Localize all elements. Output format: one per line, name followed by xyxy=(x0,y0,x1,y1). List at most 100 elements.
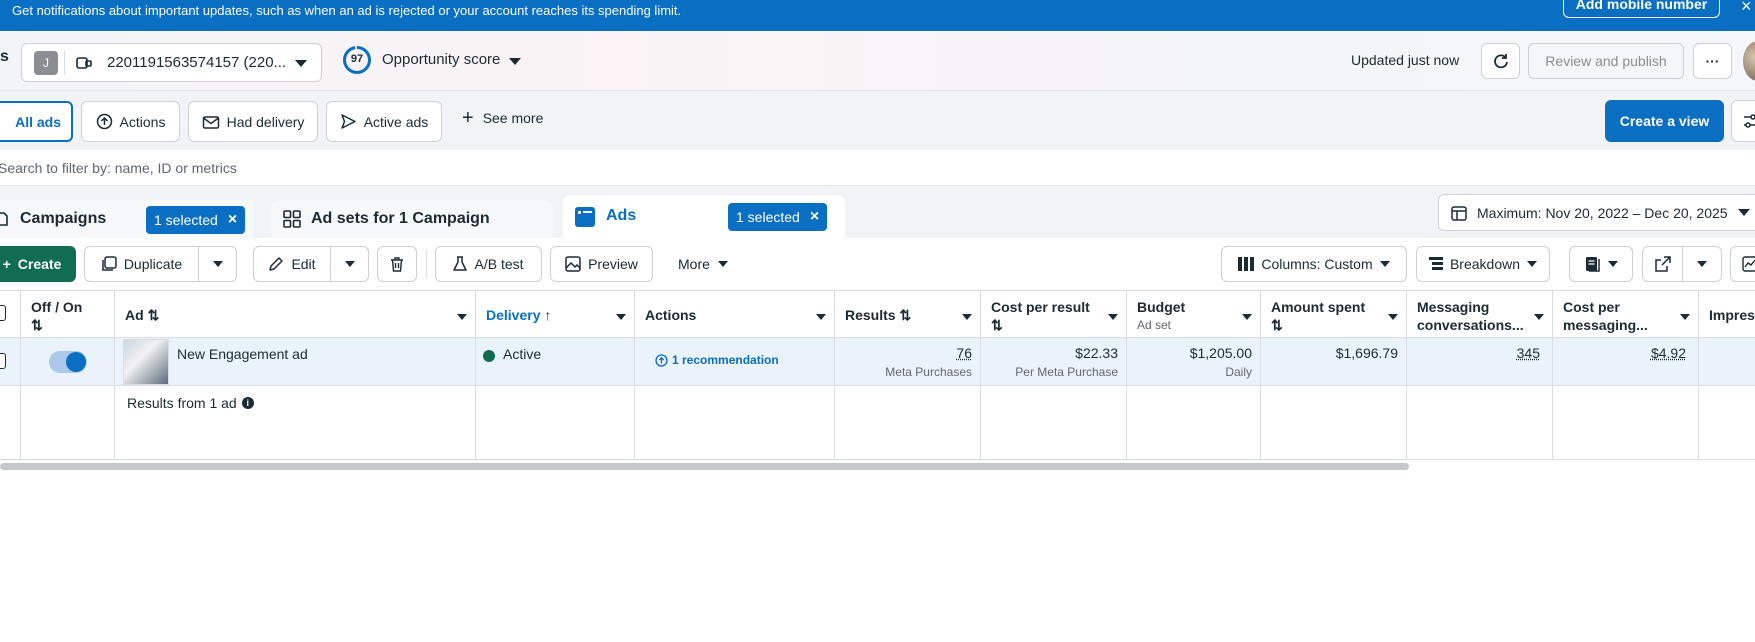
sort-icon[interactable]: ⇅ xyxy=(1271,316,1396,334)
preview-button[interactable]: Preview xyxy=(550,246,653,282)
review-and-publish-button[interactable]: Review and publish xyxy=(1528,43,1684,79)
campaigns-selected-badge[interactable]: 1 selected × xyxy=(146,206,245,234)
header-messaging-conversations[interactable]: Messaging conversations... xyxy=(1407,290,1553,338)
columns-button[interactable]: Columns: Custom xyxy=(1221,246,1407,282)
ab-test-label: A/B test xyxy=(474,256,523,272)
add-mobile-number-button[interactable]: Add mobile number xyxy=(1563,0,1720,18)
opportunity-score[interactable]: 97 Opportunity score xyxy=(342,43,522,81)
view-actions[interactable]: Actions xyxy=(81,101,180,142)
ads-selected-badge[interactable]: 1 selected × xyxy=(728,203,827,231)
sort-up-icon[interactable]: ↑ xyxy=(544,307,551,323)
chevron-down-icon xyxy=(1697,261,1707,267)
image-icon xyxy=(565,256,581,272)
account-selector[interactable]: J 2201191563574157 (220... xyxy=(21,43,322,82)
impressions-cell xyxy=(1699,338,1755,386)
tab-ad-sets[interactable]: Ad sets for 1 Campaign xyxy=(271,200,553,238)
header-budget-sub: Ad set xyxy=(1137,316,1250,334)
header-delivery[interactable]: Delivery ↑ xyxy=(476,290,635,338)
close-icon[interactable]: × xyxy=(1741,0,1752,17)
chevron-down-icon[interactable] xyxy=(1242,314,1252,320)
avatar[interactable] xyxy=(1743,41,1755,81)
ab-test-button[interactable]: A/B test xyxy=(435,246,542,282)
date-range-label: Maximum: Nov 20, 2022 – Dec 20, 2025 xyxy=(1477,205,1728,221)
messaging-conversations-cell: 345 xyxy=(1407,338,1553,386)
header-impressions-label: Impres xyxy=(1709,298,1755,324)
ad-name[interactable]: New Engagement ad xyxy=(177,346,308,362)
header-actions[interactable]: Actions xyxy=(635,290,835,338)
sort-icon[interactable]: ⇅ xyxy=(991,316,1116,334)
sort-icon[interactable]: ⇅ xyxy=(148,307,160,323)
budget-cell[interactable]: $1,205.00 Daily xyxy=(1127,338,1261,386)
notification-message: Get notifications about important update… xyxy=(12,3,681,18)
select-all-checkbox[interactable] xyxy=(0,305,6,321)
select-all-header[interactable] xyxy=(0,290,21,338)
plus-icon: + xyxy=(3,256,11,272)
sort-icon[interactable]: ⇅ xyxy=(899,307,911,323)
date-range-picker[interactable]: Maximum: Nov 20, 2022 – Dec 20, 2025 xyxy=(1438,194,1755,231)
chevron-down-icon[interactable] xyxy=(1680,314,1690,320)
view-settings-button[interactable] xyxy=(1731,100,1755,142)
view-active-ads[interactable]: Active ads xyxy=(326,101,442,142)
chevron-down-icon[interactable] xyxy=(616,314,626,320)
header-amount-spent[interactable]: Amount spent ⇅ xyxy=(1261,290,1407,338)
header-impressions[interactable]: Impres xyxy=(1699,290,1755,338)
close-icon[interactable]: × xyxy=(228,211,237,229)
export-button[interactable] xyxy=(1642,246,1683,282)
edit-button[interactable]: Edit xyxy=(253,246,331,282)
more-options-button[interactable]: ··· xyxy=(1693,43,1732,79)
budget-sub: Daily xyxy=(1225,365,1252,379)
header-ad[interactable]: Ad ⇅ xyxy=(115,290,476,338)
more-button[interactable]: More xyxy=(678,256,728,272)
messaging-conversations-value[interactable]: 345 xyxy=(1517,345,1540,361)
chart-button[interactable] xyxy=(1730,246,1755,282)
refresh-button[interactable] xyxy=(1481,43,1520,79)
row-checkbox[interactable] xyxy=(0,353,6,369)
view-had-delivery[interactable]: Had delivery xyxy=(188,101,318,142)
breakdown-button[interactable]: Breakdown xyxy=(1416,246,1550,282)
recommendation-link[interactable]: 1 recommendation xyxy=(655,353,779,367)
summary-cell xyxy=(1127,386,1261,460)
score-value: 97 xyxy=(342,53,372,65)
create-button[interactable]: + Create xyxy=(0,246,76,282)
chevron-down-icon[interactable] xyxy=(962,314,972,320)
chevron-down-icon[interactable] xyxy=(1108,314,1118,320)
header-cost-per-messaging[interactable]: Cost per messaging... xyxy=(1553,290,1699,338)
ad-thumbnail xyxy=(123,339,169,385)
chevron-down-icon[interactable] xyxy=(1388,314,1398,320)
sort-icon[interactable]: ⇅ xyxy=(31,316,104,334)
header-results[interactable]: Results ⇅ xyxy=(835,290,981,338)
horizontal-scrollbar[interactable] xyxy=(0,463,1409,470)
view-all-ads[interactable]: All ads xyxy=(0,101,73,142)
delete-button[interactable] xyxy=(377,246,417,282)
search-input[interactable]: Search to filter by: name, ID or metrics xyxy=(0,160,237,176)
chevron-down-icon[interactable] xyxy=(1534,314,1544,320)
reports-button[interactable] xyxy=(1569,246,1633,282)
edit-dropdown[interactable] xyxy=(330,246,369,282)
export-dropdown[interactable] xyxy=(1682,246,1722,282)
chevron-down-icon[interactable] xyxy=(816,314,826,320)
cost-per-messaging-value[interactable]: $4.92 xyxy=(1651,345,1686,361)
see-more-button[interactable]: + See more xyxy=(462,110,543,126)
cost-per-messaging-cell: $4.92 xyxy=(1553,338,1699,386)
duplicate-button[interactable]: Duplicate xyxy=(84,246,199,282)
header-budget[interactable]: Budget Ad set xyxy=(1127,290,1261,338)
tab-campaigns[interactable]: Campaigns 1 selected × xyxy=(0,200,254,238)
header-budget-label: Budget xyxy=(1137,298,1250,316)
results-value[interactable]: 76 xyxy=(956,345,972,361)
duplicate-dropdown[interactable] xyxy=(198,246,237,282)
create-a-view-button[interactable]: Create a view xyxy=(1605,100,1724,142)
header-off-on[interactable]: Off / On ⇅ xyxy=(21,290,115,338)
close-icon[interactable]: × xyxy=(810,208,819,226)
on-off-toggle[interactable] xyxy=(49,351,87,373)
tab-ads[interactable]: Ads 1 selected × xyxy=(563,195,845,238)
header-cost-per-result[interactable]: Cost per result ⇅ xyxy=(981,290,1127,338)
amount-spent-cell: $1,696.79 xyxy=(1261,338,1407,386)
ad-name-cell[interactable]: New Engagement ad xyxy=(115,338,476,386)
chevron-down-icon[interactable] xyxy=(457,314,467,320)
cost-per-result-cell: $22.33 Per Meta Purchase xyxy=(981,338,1127,386)
row-checkbox-cell[interactable] xyxy=(0,338,21,386)
info-icon[interactable]: i xyxy=(242,397,254,409)
header-off-on-label: Off / On xyxy=(31,298,104,316)
chevron-down-icon xyxy=(213,261,223,267)
budget-value: $1,205.00 xyxy=(1190,345,1252,361)
